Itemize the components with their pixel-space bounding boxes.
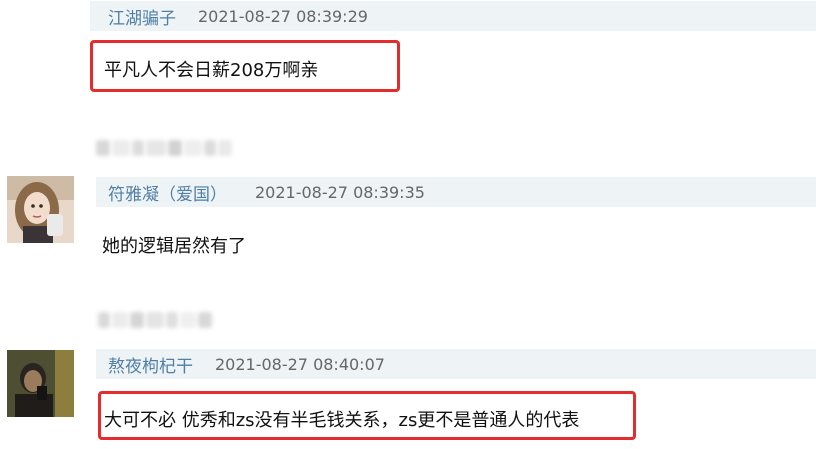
- blurred-mosaic: [98, 310, 212, 330]
- comment-header: 江湖骗子 2021-08-27 08:39:29: [90, 1, 816, 31]
- female-avatar-image: [7, 176, 74, 243]
- comment-timestamp: 2021-08-27 08:40:07: [215, 354, 385, 374]
- comment-item: 熬夜枸杞干 2021-08-27 08:40:07 大可不必 优秀和zs没有半毛…: [0, 340, 816, 449]
- comment-item: 江湖骗子 2021-08-27 08:39:29 平凡人不会日薪208万啊亲: [0, 0, 816, 120]
- comment-header: 熬夜枸杞干 2021-08-27 08:40:07: [96, 349, 816, 379]
- comment-header: 符雅凝（爱国） 2021-08-27 08:39:35: [96, 177, 816, 207]
- comment-timestamp: 2021-08-27 08:39:29: [198, 6, 368, 26]
- male-avatar-image: [7, 350, 74, 417]
- avatar[interactable]: [7, 350, 74, 417]
- comment-text: 她的逻辑居然有了: [102, 236, 246, 257]
- blurred-mosaic: [96, 138, 232, 158]
- comment-timestamp: 2021-08-27 08:39:35: [255, 182, 425, 202]
- comment-item: 符雅凝（爱国） 2021-08-27 08:39:35 她的逻辑居然有了: [0, 168, 816, 308]
- comment-author[interactable]: 江湖骗子: [108, 4, 176, 29]
- comment-author[interactable]: 符雅凝（爱国）: [108, 180, 227, 205]
- comment-text: 平凡人不会日薪208万啊亲: [104, 60, 319, 81]
- comment-author[interactable]: 熬夜枸杞干: [108, 352, 193, 377]
- comment-text: 大可不必 优秀和zs没有半毛钱关系，zs更不是普通人的代表: [104, 410, 580, 431]
- avatar[interactable]: [7, 176, 74, 243]
